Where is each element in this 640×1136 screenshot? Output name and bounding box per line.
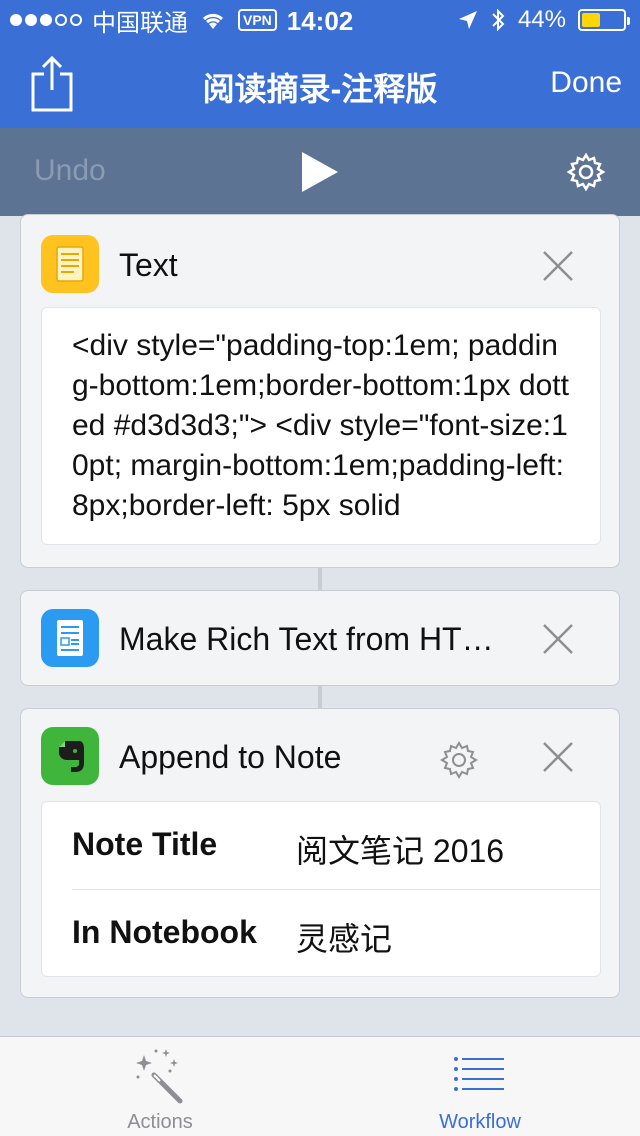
editor-toolbar: Undo	[0, 128, 640, 216]
done-button[interactable]: Done	[550, 66, 622, 100]
close-icon[interactable]	[541, 622, 575, 656]
notebook-field[interactable]: 灵感记	[296, 914, 392, 960]
close-icon[interactable]	[541, 740, 575, 774]
action-card-append-note: Append to Note Note Title 阅文笔记 2016 In N…	[20, 708, 620, 998]
tab-label: Workflow	[439, 1111, 521, 1133]
tab-label: Actions	[127, 1111, 193, 1133]
gear-icon[interactable]	[439, 740, 479, 780]
action-title: Append to Note	[119, 739, 342, 775]
action-connector	[318, 568, 322, 590]
battery-percent: 44%	[517, 6, 566, 33]
share-icon[interactable]	[30, 56, 74, 112]
list-icon	[454, 1057, 504, 1091]
action-connector	[318, 686, 322, 708]
battery-icon	[578, 9, 630, 31]
bluetooth-icon	[492, 8, 505, 32]
play-icon[interactable]	[300, 150, 340, 194]
status-right: 44%	[458, 6, 630, 34]
evernote-icon	[41, 727, 99, 785]
undo-button[interactable]: Undo	[34, 154, 106, 188]
nav-bar: 阅读摘录-注释版 Done	[0, 40, 640, 128]
rich-text-icon	[41, 609, 99, 667]
tab-bar: Actions Workflow	[0, 1036, 640, 1136]
note-title-field[interactable]: 阅文笔记 2016	[296, 826, 504, 872]
action-title: Make Rich Text from HT…	[119, 621, 494, 657]
param-row-notebook[interactable]: In Notebook 灵感记	[72, 890, 600, 978]
text-content-field[interactable]: <div style="padding-top:1em; padding-bot…	[41, 307, 601, 545]
action-title: Text	[119, 247, 178, 283]
action-card-rich-text: Make Rich Text from HT…	[20, 590, 620, 686]
gear-icon[interactable]	[566, 152, 606, 192]
text-note-icon	[41, 235, 99, 293]
param-label: In Notebook	[72, 914, 257, 950]
parameters-box: Note Title 阅文笔记 2016 In Notebook 灵感记	[41, 801, 601, 977]
status-bar: 中国联通 VPN 14:02 44%	[0, 0, 640, 40]
action-card-text: Text <div style="padding-top:1em; paddin…	[20, 214, 620, 568]
workflow-title[interactable]: 阅读摘录-注释版	[100, 64, 540, 110]
tab-workflow[interactable]: Workflow	[320, 1037, 640, 1136]
close-icon[interactable]	[541, 249, 575, 283]
location-icon	[458, 11, 477, 29]
param-row-note-title[interactable]: Note Title 阅文笔记 2016	[72, 802, 600, 890]
param-label: Note Title	[72, 826, 218, 862]
tab-actions[interactable]: Actions	[0, 1037, 320, 1136]
magic-wand-icon	[136, 1049, 183, 1104]
